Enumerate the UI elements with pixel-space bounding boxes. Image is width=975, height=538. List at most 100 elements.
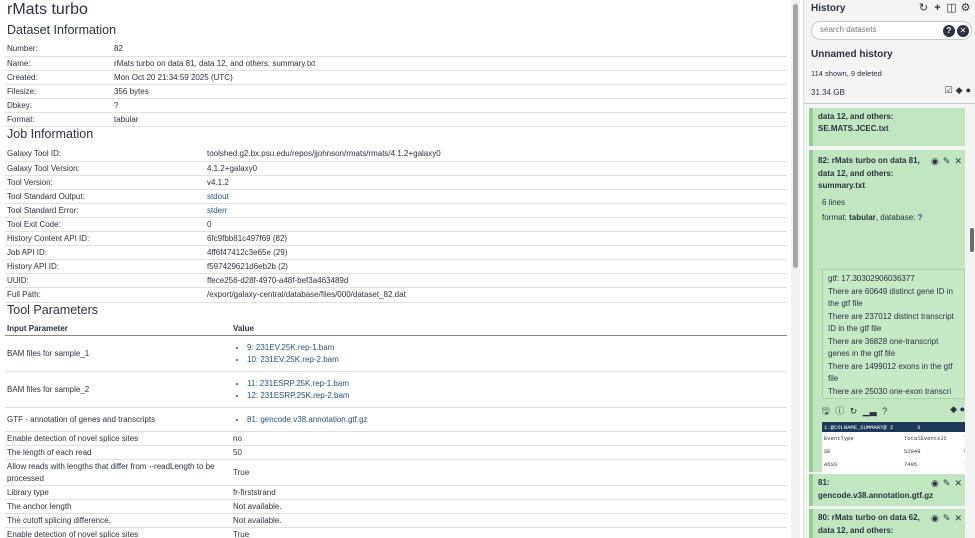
info-label: Created: — [5, 70, 112, 85]
param-dataset-link[interactable]: 81: gencode.v38.annotation.gtf.gz — [247, 414, 787, 426]
col-value: Value — [233, 324, 254, 333]
col-input-parameter: Input Parameter — [7, 323, 68, 333]
info-link[interactable]: stdout — [207, 192, 229, 201]
peek-line: There are 25030 one-exon transcri — [828, 386, 952, 396]
info-value[interactable]: stdout — [205, 189, 787, 204]
info-value: 82 — [112, 42, 787, 57]
param-dataset-link[interactable]: 10: 231EV.25K.rep-2.bam — [247, 354, 787, 366]
pencil-icon[interactable]: ✎ — [943, 478, 951, 489]
info-value: toolshed.g2.bx.psu.edu/repos/jjohnson/rm… — [205, 147, 787, 162]
param-label: The anchor length — [7, 501, 72, 511]
info-value[interactable]: stderr — [205, 203, 787, 218]
save-icon[interactable]: 🖫 — [822, 406, 830, 416]
info-row: History Content API ID: 6fc9fbb81c497f69 … — [5, 231, 787, 247]
info-value: 0 — [205, 217, 787, 233]
help-icon[interactable]: ? — [943, 25, 955, 37]
search-datasets-field[interactable]: ? ✕ — [811, 21, 972, 40]
info-label: Full Path: — [5, 287, 205, 303]
comment-icon[interactable]: ● — [960, 404, 965, 414]
tool-params-table: Input Parameter Value BAM files for samp… — [5, 322, 787, 538]
history-counts: 114 shown, 9 deleted — [811, 69, 882, 78]
param-dataset-link[interactable]: 12: 231ESRP.25K.rep-2.bam — [247, 390, 787, 402]
param-label: GTF - annotation of genes and transcript… — [7, 414, 156, 424]
main-panel: rMats turbo Dataset Information Number: 8… — [0, 0, 790, 538]
info-icon[interactable]: ⓘ — [835, 406, 844, 416]
history-item-83-title[interactable]: 83: rMats turbo on data 81, data 12, and… — [818, 108, 936, 136]
history-item-81[interactable]: 81: gencode.v38.annotation.gtf.gz ◉ ✎ ✕ — [809, 474, 965, 506]
history-item-82-title[interactable]: 82: rMats turbo on data 81, data 12, and… — [818, 155, 936, 193]
param-row: Enable detection of novel splice sites Tr… — [5, 528, 787, 538]
info-label: Tool Exit Code: — [5, 217, 205, 233]
info-label: Name: — [5, 56, 112, 71]
history-item-81-title[interactable]: 81: gencode.v38.annotation.gtf.gz — [818, 477, 938, 502]
comment-icon[interactable]: ● — [966, 85, 971, 96]
eye-icon[interactable]: ◉ — [931, 108, 939, 109]
param-dataset-link[interactable]: 11: 231ESRP.25K.rep-1.bam — [247, 378, 787, 390]
info-label: Dbkey: — [5, 98, 112, 113]
param-value: True — [233, 530, 250, 538]
select-items-icon[interactable]: ☑ — [945, 85, 953, 96]
close-icon[interactable]: ✕ — [954, 156, 962, 167]
param-value: True — [233, 468, 250, 477]
info-label: Number: — [5, 42, 112, 57]
param-row: BAM files for sample_2 11: 231ESRP.25K.re… — [5, 372, 787, 408]
peek-line: There are 1499012 exons in the gtf file — [828, 361, 953, 384]
clear-icon[interactable]: ✕ — [957, 25, 969, 37]
peek-line: There are 60649 distinct gene ID in the … — [828, 286, 953, 309]
help-icon[interactable]: ? — [882, 406, 887, 416]
param-row: The anchor length Not available. — [5, 500, 787, 514]
tags-icon[interactable]: ◆ — [956, 85, 963, 96]
tabular-preview-header: 1.@COLNAME_SUMMARY@ 2 3 — [822, 422, 965, 432]
history-item-83[interactable]: 83: rMats turbo on data 81, data 12, and… — [809, 108, 965, 146]
eye-icon[interactable]: ◉ — [931, 156, 939, 167]
tool-params-heading: Tool Parameters — [7, 303, 99, 317]
info-value: ffece256-d28f-4970-a48f-bef3a463489d — [205, 273, 787, 289]
dataset-info-table: Number: 82 Name: rMats turbo on data 81, da… — [5, 42, 787, 128]
plus-icon[interactable]: + — [932, 2, 943, 14]
visualize-icon[interactable]: ▁▃ — [863, 406, 877, 416]
info-label: History API ID: — [5, 259, 205, 275]
close-icon[interactable]: ✕ — [954, 513, 962, 524]
rerun-icon[interactable]: ↻ — [850, 406, 858, 416]
history-panel: History ↻ + ◫ ⚙ ? ✕ Unnamed history 114 … — [803, 0, 975, 538]
info-value: rMats turbo on data 81, data 12, and oth… — [112, 56, 787, 71]
info-value: /export/galaxy-central/database/files/00… — [205, 287, 787, 303]
close-icon[interactable]: ✕ — [954, 478, 962, 489]
history-item-80[interactable]: 80: rMats turbo on data 62, data 12, and… — [809, 509, 965, 538]
param-dataset-link[interactable]: 9: 231EV.25K.rep-1.bam — [247, 342, 787, 354]
refresh-icon[interactable]: ↻ — [918, 2, 929, 14]
info-row: Filesize: 356 bytes — [5, 84, 787, 99]
history-item-82[interactable]: 82: rMats turbo on data 81, data 12, and… — [809, 150, 965, 506]
info-row: Tool Version: v4.1.2 — [5, 175, 787, 190]
param-value: fr-firststrand — [233, 488, 276, 497]
dataset-lines: 6 lines — [822, 198, 846, 207]
pencil-icon[interactable]: ✎ — [943, 108, 951, 109]
preview-cell: TotalEventsJC — [904, 435, 947, 442]
eye-icon[interactable]: ◉ — [931, 513, 939, 524]
close-icon[interactable]: ✕ — [954, 108, 962, 109]
pencil-icon[interactable]: ✎ — [943, 513, 951, 524]
eye-icon[interactable]: ◉ — [931, 478, 939, 489]
history-item-80-title[interactable]: 80: rMats turbo on data 62, data 12, and… — [818, 512, 936, 537]
tags-icon[interactable]: ◆ — [950, 404, 957, 414]
param-label: Library type — [7, 487, 49, 497]
history-scrollbar[interactable] — [968, 108, 975, 538]
info-label: Job API ID: — [5, 245, 205, 261]
columns-icon[interactable]: ◫ — [946, 2, 957, 14]
preview-cell: 52949 — [962, 445, 965, 458]
dataset-info-heading: Dataset Information — [7, 23, 117, 37]
info-label: Tool Version: — [5, 175, 205, 190]
pencil-icon[interactable]: ✎ — [943, 156, 951, 167]
job-info-table: Galaxy Tool ID: toolshed.g2.bx.psu.edu/re… — [5, 147, 787, 303]
param-label: BAM files for sample_1 — [7, 348, 90, 358]
info-row: Created: Mon Oct 20 21:34:59 2025 (UTC) — [5, 70, 787, 85]
history-title: History — [811, 3, 846, 14]
main-scrollbar[interactable] — [791, 0, 800, 538]
param-label: Allow reads with lengths that differ fro… — [7, 461, 215, 483]
history-name[interactable]: Unnamed history — [811, 49, 893, 60]
gear-icon[interactable]: ⚙ — [960, 2, 971, 14]
search-input[interactable] — [820, 25, 930, 34]
param-value: 50 — [233, 448, 242, 457]
info-link[interactable]: stderr — [207, 206, 227, 215]
param-row: Allow reads with lengths that differ fro… — [5, 460, 787, 486]
